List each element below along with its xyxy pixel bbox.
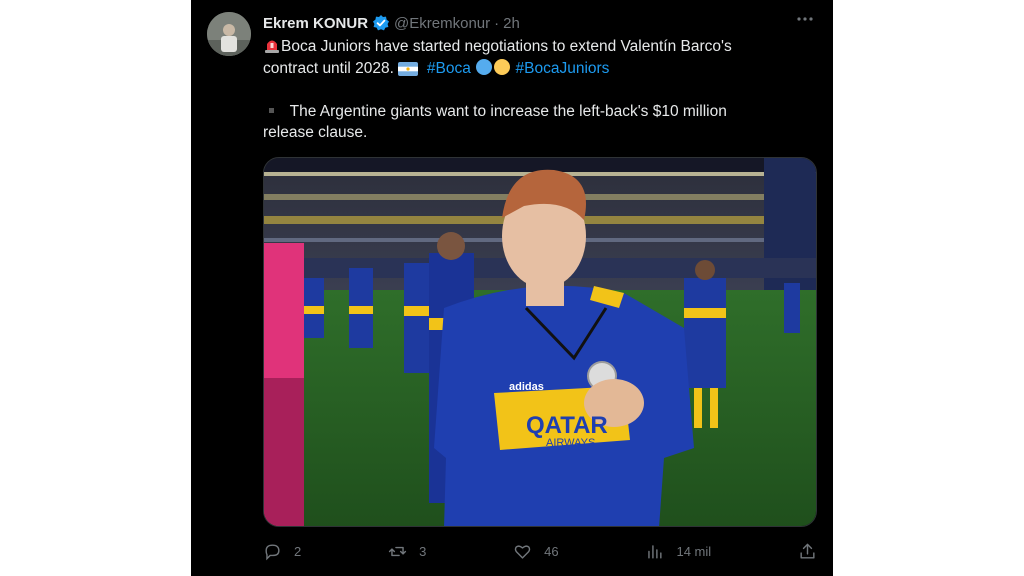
repost-icon (388, 546, 407, 556)
sponsor-text: QATAR (526, 412, 608, 439)
tweet-card[interactable]: Ekrem KONUR @Ekremkonur · 2h Boca Junior… (191, 0, 833, 576)
like-button[interactable]: 46 (513, 542, 559, 561)
verified-badge-icon (372, 14, 390, 32)
hashtag-bocajuniors[interactable]: #BocaJuniors (516, 60, 610, 77)
share-icon (800, 543, 815, 559)
repost-button[interactable]: 3 (388, 542, 426, 561)
heart-icon (514, 544, 531, 559)
share-button[interactable] (798, 542, 817, 561)
header-separator: · (494, 14, 500, 32)
analytics-icon (648, 544, 663, 559)
reply-count: 2 (294, 543, 302, 559)
view-count: 14 mil (676, 543, 712, 559)
yellow-circle-icon (493, 58, 511, 82)
views-button[interactable]: 14 mil (645, 542, 711, 561)
sponsor-subtext: AIRWAYS (546, 437, 595, 449)
tweet-text-1: Boca Juniors have started negotiations t… (281, 38, 732, 55)
avatar[interactable] (207, 12, 251, 56)
siren-emoji-icon (263, 36, 281, 60)
more-dots-icon (797, 17, 813, 21)
author-name[interactable]: Ekrem KONUR (263, 15, 368, 32)
repost-count: 3 (419, 543, 427, 559)
tweet-text-line-2: contract until 2028. #Boca #BocaJuniors (263, 58, 609, 82)
like-count: 46 (544, 543, 559, 559)
argentina-flag-icon (398, 61, 419, 82)
reply-button[interactable]: 2 (263, 542, 301, 561)
more-options-button[interactable] (793, 10, 817, 34)
reply-icon (265, 543, 280, 560)
blue-circle-icon (475, 58, 493, 82)
tweet-text-3: The Argentine giants want to increase th… (289, 103, 727, 120)
tweet-text-line-1: Boca Juniors have started negotiations t… (263, 36, 732, 60)
tweet-actions-bar: 2 3 46 14 mil (263, 538, 817, 564)
tweet-text-2: contract until 2028. (263, 60, 394, 77)
tweet-text-4: release clause. (263, 124, 368, 141)
author-handle[interactable]: @Ekremkonur (394, 15, 490, 32)
brand-text: adidas (509, 381, 544, 393)
tweet-text-line-4: release clause. (263, 122, 367, 143)
tweet-header: Ekrem KONUR @Ekremkonur · 2h (263, 13, 520, 33)
tweet-photo[interactable]: QATAR AIRWAYS adidas (263, 157, 817, 527)
timestamp[interactable]: 2h (503, 15, 520, 32)
hashtag-boca[interactable]: #Boca (427, 60, 471, 77)
